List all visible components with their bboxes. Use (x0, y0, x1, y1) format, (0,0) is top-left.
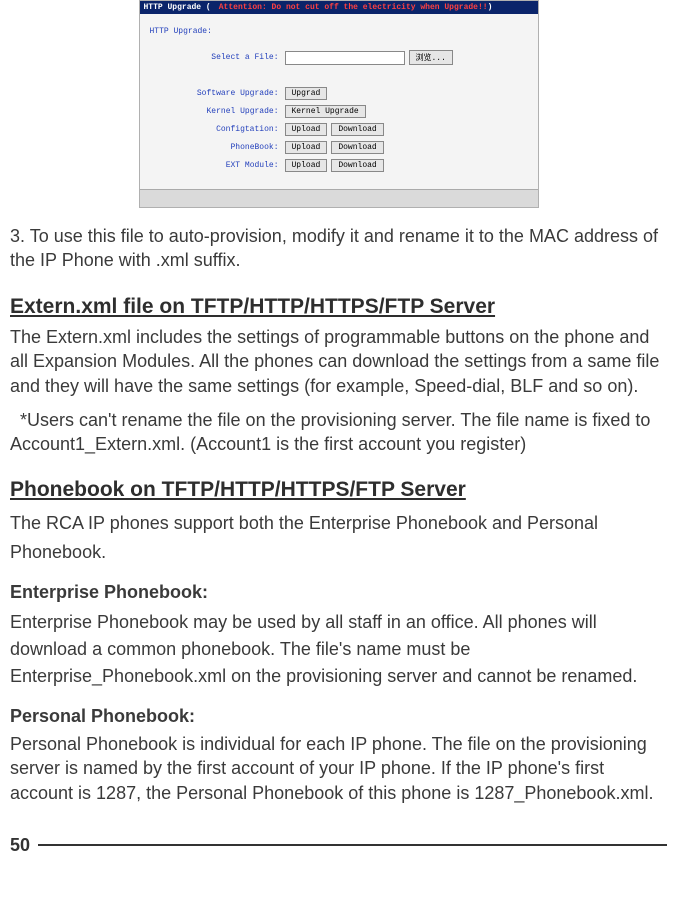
footer-rule (38, 844, 667, 846)
browse-button[interactable]: 浏览... (409, 50, 453, 65)
phonebook-heading: Phonebook on TFTP/HTTP/HTTPS/FTP Server (10, 476, 667, 504)
http-upgrade-label: HTTP Upgrade: (150, 27, 212, 36)
phonebook-intro: The RCA IP phones support both the Enter… (10, 509, 667, 567)
extern-heading: Extern.xml file on TFTP/HTTP/HTTPS/FTP S… (10, 293, 667, 321)
extern-note: *Users can't rename the file on the prov… (10, 408, 667, 457)
ext-upload-button[interactable]: Upload (285, 159, 328, 172)
paren-close: ) (488, 3, 493, 12)
configtation-label: Configtation: (150, 125, 285, 134)
software-upgrade-button[interactable]: Upgrad (285, 87, 328, 100)
config-upload-button[interactable]: Upload (285, 123, 328, 136)
document-body: 3. To use this file to auto-provision, m… (0, 224, 677, 835)
config-panel-screenshot: HTTP Upgrade ( Attention: Do not cut off … (139, 0, 539, 208)
phonebook-download-button[interactable]: Download (331, 141, 383, 154)
titlebar-warning: Attention: Do not cut off the electricit… (219, 3, 488, 12)
paren-open: ( (206, 3, 211, 12)
enterprise-subhead: Enterprise Phonebook: (10, 580, 667, 604)
panel-body: HTTP Upgrade: Select a File: 浏览... Softw… (140, 14, 538, 189)
page-number: 50 (10, 835, 30, 856)
file-input[interactable] (285, 51, 405, 65)
phonebook-label: PhoneBook: (150, 143, 285, 152)
titlebar-label: HTTP Upgrade (144, 3, 202, 12)
select-file-label: Select a File: (150, 53, 285, 62)
personal-subhead: Personal Phonebook: (10, 704, 667, 728)
panel-titlebar: HTTP Upgrade ( Attention: Do not cut off … (140, 1, 538, 14)
config-download-button[interactable]: Download (331, 123, 383, 136)
software-upgrade-label: Software Upgrade: (150, 89, 285, 98)
ext-module-label: EXT Module: (150, 161, 285, 170)
enterprise-paragraph: Enterprise Phonebook may be used by all … (10, 609, 667, 690)
personal-paragraph: Personal Phonebook is individual for eac… (10, 732, 667, 805)
page-footer: 50 (0, 835, 677, 868)
ext-download-button[interactable]: Download (331, 159, 383, 172)
instruction-3: 3. To use this file to auto-provision, m… (10, 224, 667, 273)
kernel-upgrade-label: Kernel Upgrade: (150, 107, 285, 116)
status-strip (140, 189, 538, 207)
extern-paragraph: The Extern.xml includes the settings of … (10, 325, 667, 398)
phonebook-upload-button[interactable]: Upload (285, 141, 328, 154)
kernel-upgrade-button[interactable]: Kernel Upgrade (285, 105, 366, 118)
